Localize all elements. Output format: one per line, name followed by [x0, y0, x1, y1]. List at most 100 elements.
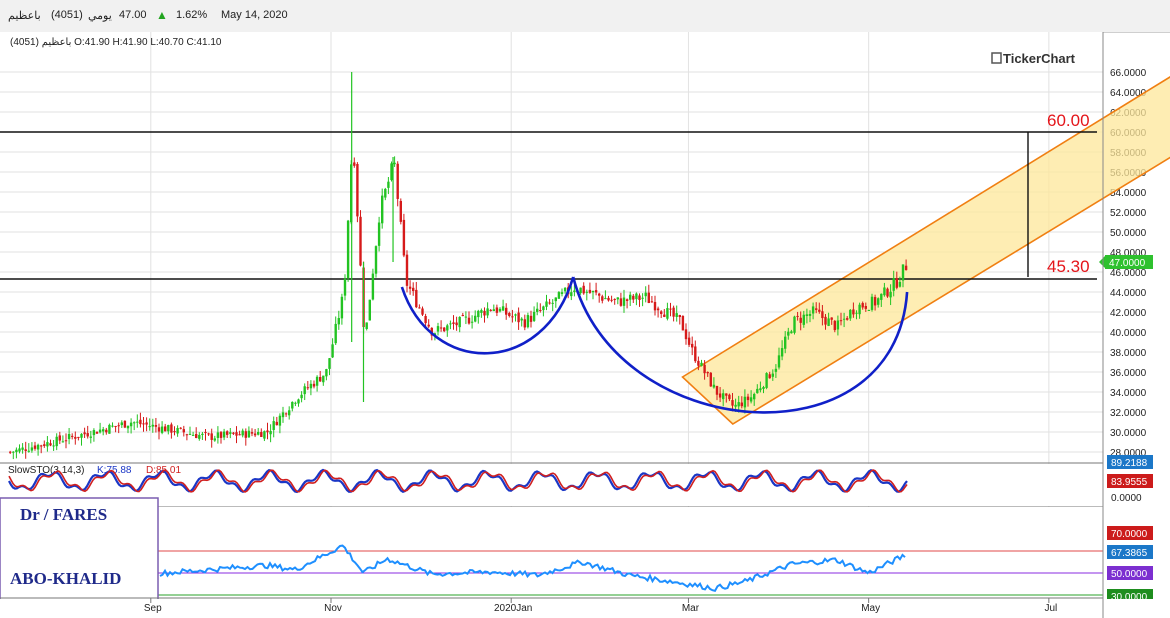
candle-body	[529, 315, 533, 322]
candle-body	[33, 445, 37, 449]
candle-body	[399, 200, 402, 222]
rsi-50-label: 50.0000	[1111, 569, 1148, 580]
candle-body	[666, 308, 669, 319]
candle-body	[498, 308, 502, 312]
candle-body	[36, 444, 40, 450]
time-axis-tick: Jul	[1044, 603, 1057, 614]
candle-body	[148, 426, 151, 428]
candle-body	[858, 304, 861, 315]
candle-body	[635, 293, 638, 300]
candle-body	[331, 344, 334, 358]
watermark-text: TickerChart	[1003, 51, 1076, 66]
candle-body	[548, 302, 551, 304]
candle-body	[198, 434, 201, 439]
candle-body	[95, 431, 99, 434]
candle-body	[694, 346, 697, 362]
candle-body	[105, 429, 108, 433]
time-axis[interactable]	[0, 599, 1170, 618]
candle-body	[340, 296, 344, 319]
candle-body	[765, 373, 768, 388]
candle-body	[492, 309, 495, 312]
candle-body	[353, 162, 356, 166]
candle-body	[849, 309, 852, 319]
candle-body	[418, 307, 421, 309]
candle-body	[458, 316, 461, 328]
candle-body	[250, 432, 254, 434]
candle-body	[889, 291, 892, 298]
candle-body	[536, 308, 539, 312]
candle-body	[861, 303, 864, 308]
candle-body	[777, 355, 781, 368]
candle-body	[300, 394, 303, 399]
candle-body	[557, 292, 561, 299]
candle-body	[396, 163, 399, 199]
candle-body	[573, 290, 576, 293]
header-symbol-name: باعظيم	[8, 10, 41, 22]
candle-body	[213, 438, 216, 441]
candle-body	[594, 290, 598, 293]
candle-body	[238, 434, 241, 436]
candle-body	[728, 394, 731, 400]
candle-body	[591, 290, 595, 293]
candle-body	[67, 433, 71, 440]
candle-body	[855, 312, 858, 314]
candle-body	[508, 313, 511, 316]
candle-body	[374, 246, 378, 274]
candle-body	[601, 296, 604, 301]
candle-body	[523, 319, 526, 328]
candle-body	[427, 324, 430, 327]
candle-body	[539, 309, 542, 311]
candle-body	[501, 306, 505, 311]
candle-body	[325, 369, 328, 377]
candle-body	[864, 306, 867, 309]
candle-body	[337, 318, 340, 325]
candle-body	[554, 297, 557, 302]
candle-body	[9, 451, 12, 453]
candle-body	[464, 316, 468, 318]
candle-body	[343, 278, 347, 296]
candle-body	[204, 432, 207, 434]
candle-body	[269, 431, 272, 435]
last-price-tag: 47.0000	[1099, 255, 1153, 269]
candle-body	[303, 386, 306, 395]
candle-body	[191, 434, 195, 436]
stochastic-k-last: 89.2188	[1111, 458, 1148, 469]
candle-body	[660, 311, 663, 314]
candle-body	[598, 293, 601, 296]
candle-body	[836, 320, 840, 330]
candle-body	[461, 315, 464, 317]
candle-body	[759, 388, 762, 391]
candle-body	[111, 425, 114, 427]
candle-body	[368, 299, 371, 321]
candle-body	[377, 222, 381, 246]
candle-body	[520, 318, 523, 321]
candle-body	[157, 427, 161, 432]
time-axis-tick: May	[861, 603, 880, 614]
candle-body	[173, 431, 176, 433]
candle-body	[886, 288, 889, 297]
rsi-pane[interactable]	[0, 507, 1103, 598]
candle-body	[483, 310, 486, 316]
header-change-percent: 1.62%	[176, 9, 208, 21]
candle-body	[486, 308, 489, 316]
candle-body	[18, 448, 21, 452]
candle-body	[805, 314, 809, 316]
time-axis-tick: Mar	[682, 603, 700, 614]
candle-body	[703, 364, 706, 374]
candle-body	[98, 429, 102, 433]
candle-body	[281, 412, 285, 418]
candle-body	[266, 430, 269, 433]
candle-body	[675, 313, 678, 317]
candle-body	[650, 301, 654, 303]
candle-body	[390, 163, 393, 181]
candle-body	[322, 375, 325, 383]
candle-body	[21, 447, 24, 450]
candle-body	[64, 440, 68, 442]
candle-body	[824, 316, 827, 325]
candle-body	[489, 309, 492, 311]
candle-body	[235, 432, 238, 436]
candle-body	[185, 434, 189, 436]
candle-body	[582, 285, 585, 294]
header-last-price: 47.00	[119, 9, 147, 21]
candle-body	[560, 292, 564, 294]
